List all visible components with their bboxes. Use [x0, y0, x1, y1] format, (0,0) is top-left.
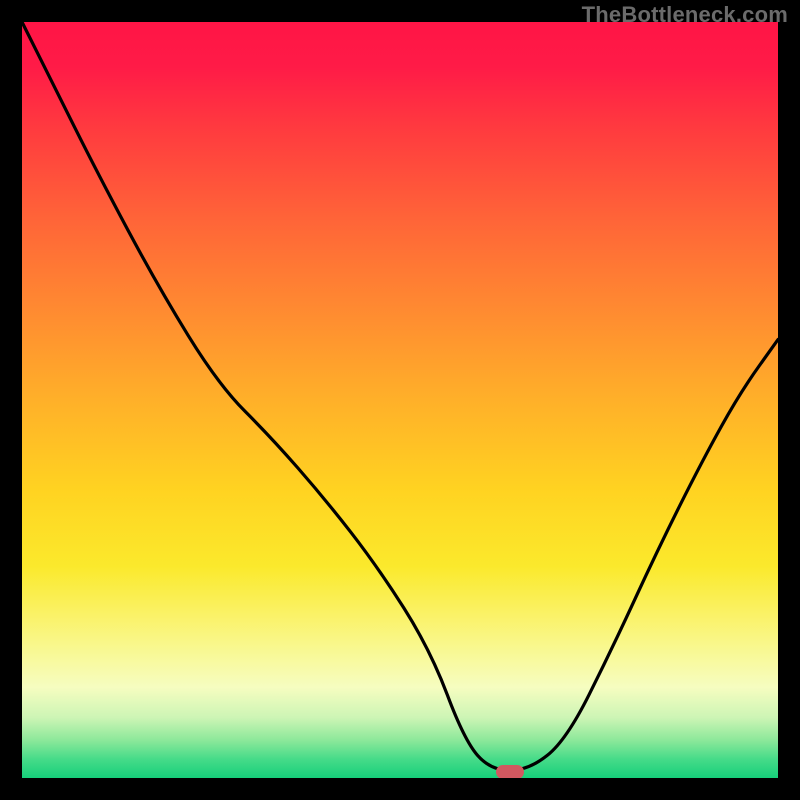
plot-area: [22, 22, 778, 778]
bottleneck-curve: [22, 22, 778, 778]
optimal-point-marker: [496, 765, 524, 778]
watermark-text: TheBottleneck.com: [582, 2, 788, 28]
chart-container: TheBottleneck.com: [0, 0, 800, 800]
